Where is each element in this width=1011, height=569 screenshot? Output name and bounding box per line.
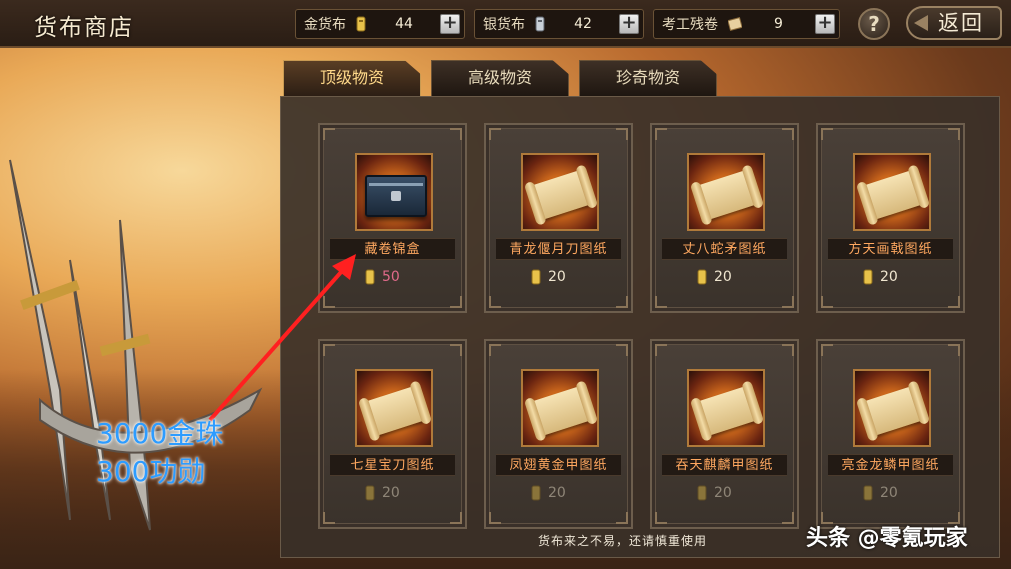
add-gold-button[interactable]: + bbox=[440, 14, 460, 34]
annotation-arrow-icon bbox=[208, 254, 356, 422]
scroll-fragment-value: 9 bbox=[774, 16, 783, 32]
item-price: 20 bbox=[530, 483, 566, 503]
item-image bbox=[687, 369, 765, 447]
gold-coin-icon bbox=[863, 485, 873, 501]
item-image bbox=[687, 153, 765, 231]
back-button-label: 返回 bbox=[938, 11, 984, 35]
item-name: 丈八蛇矛图纸 bbox=[662, 238, 787, 260]
gold-coin-icon bbox=[531, 269, 541, 285]
silver-currency: 银货布 42 + bbox=[474, 9, 644, 39]
item-card[interactable]: 凤翅黄金甲图纸 20 bbox=[484, 339, 633, 529]
item-price: 20 bbox=[364, 483, 400, 503]
item-card[interactable]: 青龙偃月刀图纸 20 bbox=[484, 123, 633, 313]
item-price-value: 20 bbox=[880, 485, 898, 501]
help-button[interactable]: ? bbox=[858, 8, 890, 40]
watermark: 头条 @零氪玩家 bbox=[806, 526, 968, 551]
gold-currency: 金货布 44 + bbox=[295, 9, 465, 39]
item-card[interactable]: 亮金龙鳞甲图纸 20 bbox=[816, 339, 965, 529]
gold-coin-icon bbox=[697, 485, 707, 501]
annotation-line-2: 300功勋 bbox=[96, 455, 206, 488]
tab-advanced-supplies[interactable]: 高级物资 bbox=[431, 60, 569, 96]
shop-title: 货布商店 bbox=[34, 15, 134, 41]
item-price-value: 20 bbox=[714, 269, 732, 285]
gold-currency-label: 金货布 bbox=[304, 17, 346, 33]
silver-currency-value: 42 bbox=[574, 16, 592, 32]
top-bar: 货布商店 金货布 44 + 银货布 42 + 考工残卷 9 + ? 返回 bbox=[0, 0, 1011, 48]
scroll-icon bbox=[528, 385, 594, 437]
item-price: 20 bbox=[862, 483, 898, 503]
scroll-icon bbox=[528, 169, 594, 221]
item-name: 亮金龙鳞甲图纸 bbox=[828, 454, 953, 476]
gold-coin-icon bbox=[365, 485, 375, 501]
annotation-line-1: 3000金珠 bbox=[96, 417, 224, 450]
item-price-value: 20 bbox=[548, 269, 566, 285]
item-image bbox=[853, 153, 931, 231]
gold-currency-value: 44 bbox=[395, 16, 413, 32]
item-price: 20 bbox=[862, 267, 898, 287]
gold-coin-icon bbox=[356, 16, 366, 32]
notice-text: 货布来之不易，还请慎重使用 bbox=[538, 534, 708, 548]
item-panel: 藏卷锦盒 50 青龙偃月刀图纸 20 丈八蛇矛图纸 20 方天画戟图纸 20 七… bbox=[280, 96, 1000, 558]
item-image bbox=[355, 153, 433, 231]
item-card[interactable]: 丈八蛇矛图纸 20 bbox=[650, 123, 799, 313]
gold-coin-icon bbox=[863, 269, 873, 285]
item-price: 20 bbox=[530, 267, 566, 287]
item-price: 20 bbox=[696, 483, 732, 503]
back-button[interactable]: 返回 bbox=[906, 6, 1002, 40]
item-name: 方天画戟图纸 bbox=[828, 238, 953, 260]
tab-top-supplies[interactable]: 顶级物资 bbox=[283, 60, 421, 96]
item-price: 20 bbox=[696, 267, 732, 287]
tab-rare-supplies[interactable]: 珍奇物资 bbox=[579, 60, 717, 96]
silver-coin-icon bbox=[535, 16, 545, 32]
item-name: 吞天麒麟甲图纸 bbox=[662, 454, 787, 476]
item-price-value: 50 bbox=[382, 269, 400, 285]
silver-currency-label: 银货布 bbox=[483, 17, 525, 33]
add-silver-button[interactable]: + bbox=[619, 14, 639, 34]
gold-coin-icon bbox=[531, 485, 541, 501]
annotation-text: 3000金珠 300功勋 bbox=[96, 415, 223, 491]
scroll-icon bbox=[694, 169, 760, 221]
scroll-icon bbox=[860, 385, 926, 437]
item-image bbox=[853, 369, 931, 447]
item-name: 青龙偃月刀图纸 bbox=[496, 238, 621, 260]
item-name: 七星宝刀图纸 bbox=[330, 454, 455, 476]
item-name: 凤翅黄金甲图纸 bbox=[496, 454, 621, 476]
item-price-value: 20 bbox=[880, 269, 898, 285]
scroll-fragment-currency: 考工残卷 9 + bbox=[653, 9, 840, 39]
item-price-value: 20 bbox=[548, 485, 566, 501]
item-image bbox=[521, 369, 599, 447]
scroll-fragment-icon bbox=[728, 17, 742, 31]
scroll-icon bbox=[362, 385, 428, 437]
chest-icon bbox=[365, 175, 427, 217]
item-image bbox=[521, 153, 599, 231]
gold-coin-icon bbox=[697, 269, 707, 285]
item-card[interactable]: 吞天麒麟甲图纸 20 bbox=[650, 339, 799, 529]
scroll-fragment-label: 考工残卷 bbox=[662, 17, 718, 33]
back-arrow-icon bbox=[914, 15, 928, 31]
item-price-value: 20 bbox=[382, 485, 400, 501]
item-card[interactable]: 方天画戟图纸 20 bbox=[816, 123, 965, 313]
item-price-value: 20 bbox=[714, 485, 732, 501]
add-scroll-fragment-button[interactable]: + bbox=[815, 14, 835, 34]
scroll-icon bbox=[860, 169, 926, 221]
scroll-icon bbox=[694, 385, 760, 437]
